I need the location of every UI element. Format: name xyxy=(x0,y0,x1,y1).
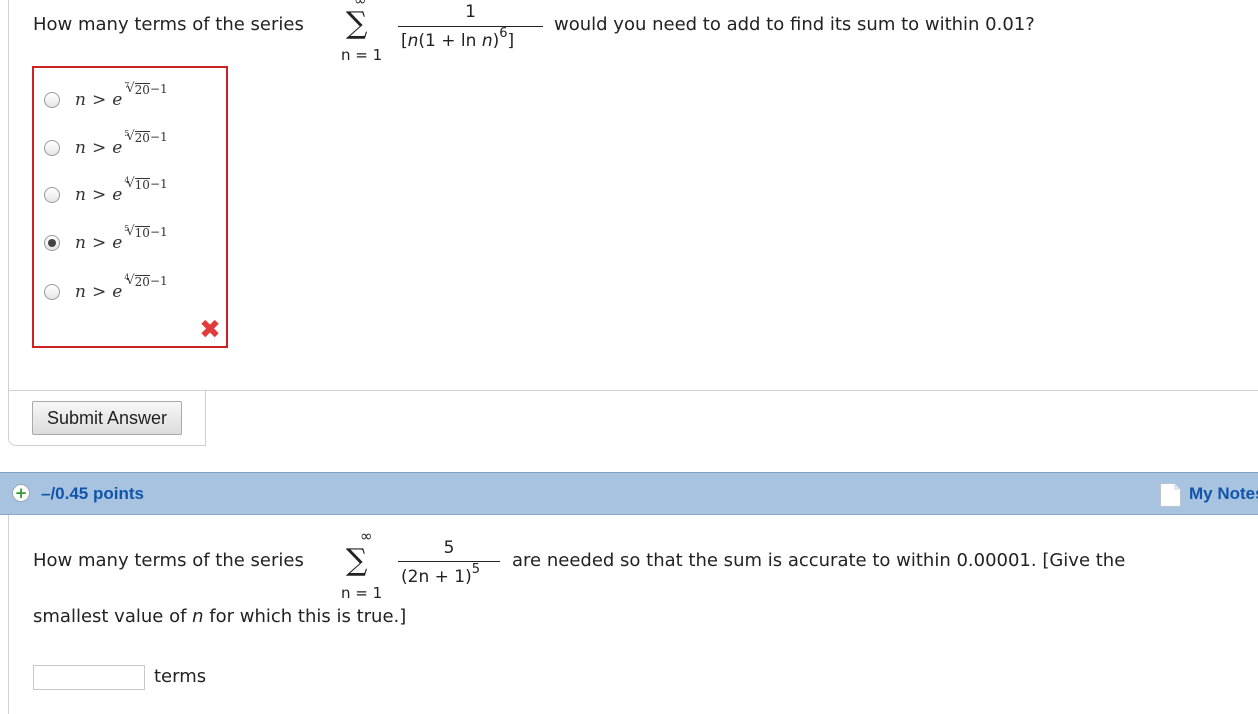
x-mark-icon: ✖ xyxy=(199,315,221,345)
radio-button[interactable] xyxy=(44,92,60,108)
radio-button[interactable] xyxy=(44,187,60,203)
radio-button[interactable] xyxy=(44,284,60,300)
plus-circle-icon[interactable]: + xyxy=(12,484,30,502)
my-notes-link[interactable]: My Notes xyxy=(1189,484,1258,504)
fraction-numerator: 5 xyxy=(443,538,455,558)
option-expression: n > e 4 √ 10 −1 xyxy=(75,176,168,205)
divider xyxy=(205,391,206,446)
sigma-symbol: ∑ xyxy=(346,543,368,578)
sigma-symbol: ∑ xyxy=(346,6,368,41)
option-expression: n > e 5 √ 10 −1 xyxy=(75,224,168,253)
question-1-prefix: How many terms of the series xyxy=(33,14,304,35)
option-5[interactable]: n > e 4 √ 20 −1 xyxy=(44,273,168,307)
option-3[interactable]: n > e 4 √ 10 −1 xyxy=(44,176,168,210)
question-1-suffix: would you need to add to find its sum to… xyxy=(554,14,1035,35)
option-2[interactable]: n > e 5 √ 20 −1 xyxy=(44,129,168,163)
fraction-bar xyxy=(398,561,500,562)
fraction-numerator: 1 xyxy=(465,2,476,22)
sum-lower-limit: n = 1 xyxy=(341,46,383,64)
radio-button-selected[interactable] xyxy=(44,235,60,251)
panel-background xyxy=(206,391,1258,461)
radio-button[interactable] xyxy=(44,140,60,156)
question-2-panel xyxy=(8,515,9,714)
terms-answer-input[interactable] xyxy=(33,665,145,690)
terms-unit-label: terms xyxy=(154,666,207,687)
sum-lower-limit: n = 1 xyxy=(341,584,383,602)
question-2-suffix: are needed so that the sum is accurate t… xyxy=(512,550,1126,571)
fraction-denominator: (2n + 1)5 xyxy=(401,562,481,587)
option-expression: n > e 4 √ 20 −1 xyxy=(75,273,168,302)
option-4[interactable]: n > e 5 √ 10 −1 xyxy=(44,224,168,258)
option-expression: n > e 7 √ 20 −1 xyxy=(75,81,168,110)
option-expression: n > e 5 √ 20 −1 xyxy=(75,129,168,158)
question-header-bar xyxy=(0,472,1258,515)
fraction-bar xyxy=(398,26,543,27)
notes-page-icon[interactable] xyxy=(1160,483,1181,507)
submit-answer-button[interactable]: Submit Answer xyxy=(32,401,182,435)
fraction-denominator: [n(1 + ln n)6] xyxy=(401,26,515,51)
question-2-prefix: How many terms of the series xyxy=(33,550,304,571)
option-1[interactable]: n > e 7 √ 20 −1 xyxy=(44,81,168,115)
question-2-line2: smallest value of n for which this is tr… xyxy=(33,606,407,627)
points-label: –/0.45 points xyxy=(41,484,144,503)
